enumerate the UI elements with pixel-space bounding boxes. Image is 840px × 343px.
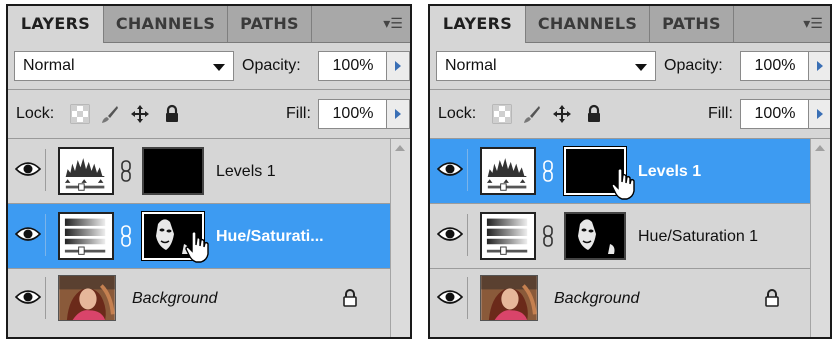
lock-position-move-icon[interactable] [552, 104, 572, 124]
layer-row-hue-saturation[interactable]: Hue/Saturation 1 [430, 204, 810, 269]
layer-lock-icon [343, 289, 357, 307]
visibility-toggle[interactable] [434, 214, 468, 256]
fill-label: Fill: [286, 105, 311, 122]
eye-icon [15, 290, 41, 304]
hand-cursor-icon [611, 167, 635, 200]
layers-scrollbar[interactable] [810, 139, 830, 337]
chevron-down-icon [213, 64, 225, 71]
lock-image-pixels-brush-icon[interactable] [522, 104, 542, 124]
eye-icon [437, 290, 463, 304]
visibility-toggle[interactable] [12, 214, 46, 256]
opacity-input[interactable]: 100% [318, 51, 388, 81]
fill-slider-button[interactable] [386, 99, 410, 129]
eye-icon [437, 162, 463, 176]
layer-mask-thumbnail[interactable] [564, 212, 626, 260]
eye-icon [15, 162, 41, 176]
scroll-up-icon[interactable] [815, 145, 825, 151]
lock-label: Lock: [438, 105, 477, 122]
fill-label: Fill: [708, 105, 733, 122]
tab-channels[interactable]: CHANNELS [104, 6, 228, 42]
levels-adjustment-icon [58, 147, 114, 195]
panel-menu-icon[interactable]: ▾☰ [802, 14, 824, 32]
blend-row: Normal Opacity: 100% [430, 43, 830, 89]
fill-input[interactable]: 100% [318, 99, 388, 129]
panel-tab-bar: LAYERS CHANNELS PATHS ▾☰ [430, 6, 830, 43]
layers-panel-left: LAYERS CHANNELS PATHS ▾☰ Normal Opacity:… [6, 4, 412, 339]
layers-scrollbar[interactable] [390, 139, 410, 337]
layers-panel-right: LAYERS CHANNELS PATHS ▾☰ Normal Opacity:… [428, 4, 832, 339]
opacity-label: Opacity: [664, 57, 723, 74]
layers-list: Levels 1 [8, 139, 390, 337]
tab-paths[interactable]: PATHS [228, 6, 312, 42]
visibility-toggle[interactable] [434, 149, 468, 191]
layer-row-hue-saturation[interactable]: Hue/Saturati... [8, 204, 390, 269]
panel-tab-bar: LAYERS CHANNELS PATHS ▾☰ [8, 6, 410, 43]
blend-mode-select[interactable]: Normal [436, 51, 656, 81]
opacity-slider-button[interactable] [386, 51, 410, 81]
layer-row-levels[interactable]: Levels 1 [8, 139, 390, 204]
lock-transparent-pixels-icon[interactable] [492, 104, 512, 124]
layer-row-levels[interactable]: Levels 1 [430, 139, 810, 204]
layer-name: Hue/Saturati... [216, 228, 324, 245]
opacity-slider-button[interactable] [808, 51, 830, 81]
lock-all-icon[interactable] [162, 104, 182, 124]
lock-position-move-icon[interactable] [130, 104, 150, 124]
hue-saturation-adjustment-icon [58, 212, 114, 260]
eye-icon [15, 227, 41, 241]
layer-mask-thumbnail[interactable] [142, 147, 204, 195]
chain-link-icon[interactable] [120, 224, 132, 248]
opacity-input[interactable]: 100% [740, 51, 810, 81]
opacity-label: Opacity: [242, 57, 301, 74]
layer-lock-icon [765, 289, 779, 307]
layer-row-background[interactable]: Background [430, 269, 810, 329]
hand-cursor-icon [185, 230, 209, 263]
lock-transparent-pixels-icon[interactable] [70, 104, 90, 124]
lock-row: Lock: Fill: 100% [8, 90, 410, 138]
lock-all-icon[interactable] [584, 104, 604, 124]
hue-saturation-adjustment-icon [480, 212, 536, 260]
tab-channels[interactable]: CHANNELS [526, 6, 650, 42]
layer-name: Levels 1 [638, 163, 702, 180]
fill-slider-button[interactable] [808, 99, 830, 129]
visibility-toggle[interactable] [12, 277, 46, 319]
chain-link-icon[interactable] [120, 159, 132, 183]
tab-layers[interactable]: LAYERS [8, 6, 104, 43]
mask-face-shape [578, 219, 615, 254]
lock-label: Lock: [16, 105, 55, 122]
layers-list: Levels 1 [430, 139, 810, 337]
background-photo-thumbnail [480, 275, 538, 321]
blend-row: Normal Opacity: 100% [8, 43, 410, 89]
fill-input[interactable]: 100% [740, 99, 810, 129]
chevron-down-icon [635, 64, 647, 71]
lock-row: Lock: Fill: 100% [430, 90, 830, 138]
visibility-toggle[interactable] [12, 149, 46, 191]
visibility-toggle[interactable] [434, 277, 468, 319]
layer-name: Background [132, 290, 218, 307]
levels-adjustment-icon [480, 147, 536, 195]
blend-mode-value: Normal [23, 57, 75, 74]
background-photo-thumbnail [58, 275, 116, 321]
scroll-up-icon[interactable] [395, 145, 405, 151]
tab-paths[interactable]: PATHS [650, 6, 734, 42]
chain-link-icon[interactable] [542, 224, 554, 248]
panel-menu-icon[interactable]: ▾☰ [382, 14, 404, 32]
layer-name: Levels 1 [216, 163, 276, 180]
chain-link-icon[interactable] [542, 159, 554, 183]
blend-mode-select[interactable]: Normal [14, 51, 234, 81]
layer-name: Background [554, 290, 640, 307]
lock-image-pixels-brush-icon[interactable] [100, 104, 120, 124]
layer-name: Hue/Saturation 1 [638, 228, 759, 245]
tab-layers[interactable]: LAYERS [430, 6, 526, 43]
blend-mode-value: Normal [445, 57, 497, 74]
layer-row-background[interactable]: Background [8, 269, 390, 329]
eye-icon [437, 227, 463, 241]
